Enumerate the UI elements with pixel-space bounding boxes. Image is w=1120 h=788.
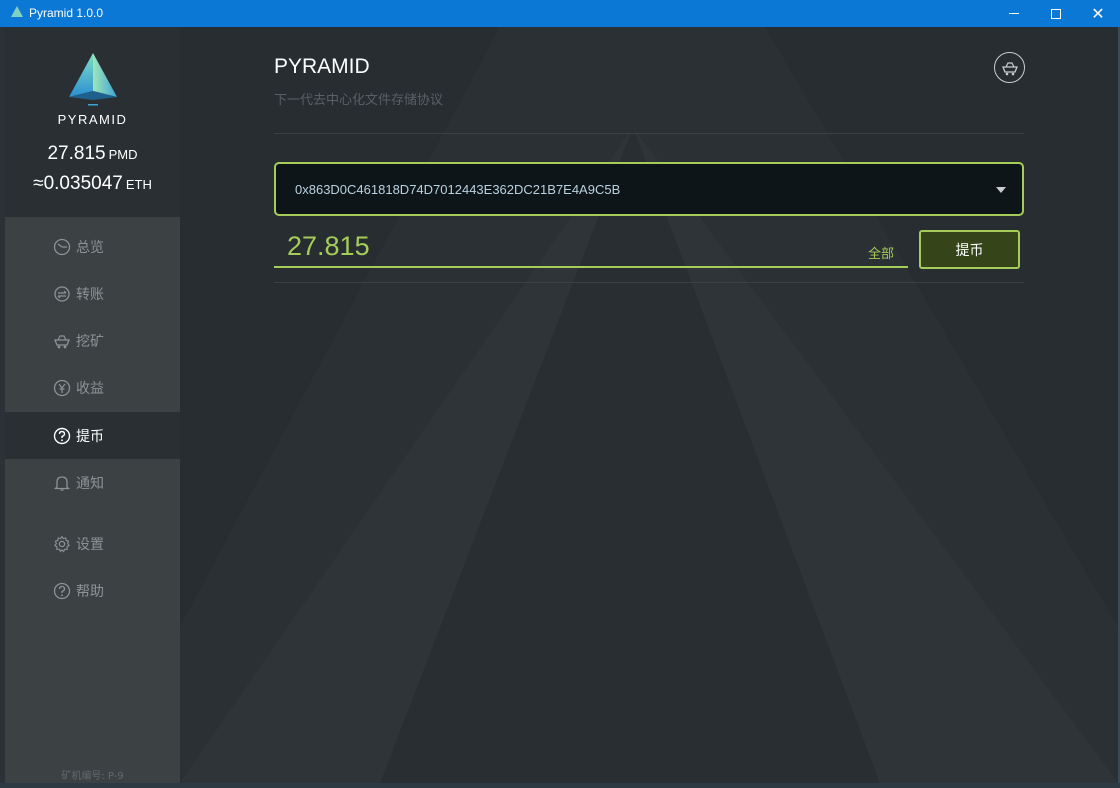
maximize-icon <box>1051 8 1061 19</box>
main-panel: PYRAMID 下一代去中心化文件存储协议 0x863D0C461818D74D… <box>180 27 1118 783</box>
sidebar: PYRAMID 27.815 PMD ≈0.035047 ETH 总览 转账 挖矿 … <box>5 27 180 783</box>
mining-cart-icon <box>1001 61 1018 75</box>
balance-eth: ≈0.035047 ETH <box>5 173 180 195</box>
sidebar-item-transfer[interactable]: 转账 <box>5 270 180 317</box>
sidebar-item-label: 通知 <box>76 475 104 492</box>
selected-address: 0x863D0C461818D74D7012443E362DC21B7E4A9C… <box>295 181 621 197</box>
balance-pmd: 27.815 PMD <box>5 143 180 165</box>
page-title: PYRAMID <box>274 55 370 78</box>
maximize-button[interactable] <box>1035 0 1077 27</box>
minimize-icon <box>1009 13 1019 14</box>
brand-name: PYRAMID <box>57 112 128 127</box>
sidebar-header: PYRAMID 27.815 PMD ≈0.035047 ETH <box>5 27 180 217</box>
mining-cart-button[interactable] <box>994 52 1025 83</box>
divider <box>274 133 1024 134</box>
sidebar-item-label: 挖矿 <box>76 333 104 350</box>
gear-icon <box>53 534 71 552</box>
clock-icon <box>53 238 71 255</box>
caret-down-icon <box>996 187 1006 193</box>
window-title: Pyramid 1.0.0 <box>29 6 104 20</box>
close-button[interactable]: ✕ <box>1077 0 1119 27</box>
sidebar-item-help[interactable]: 帮助 <box>5 567 180 614</box>
sidebar-item-earnings[interactable]: 收益 <box>5 364 180 411</box>
sidebar-item-notifications[interactable]: 通知 <box>5 459 180 506</box>
balance-pmd-unit: PMD <box>108 147 138 162</box>
app-window: PYRAMID 27.815 PMD ≈0.035047 ETH 总览 转账 挖矿 … <box>5 27 1118 783</box>
withdraw-button[interactable]: 提币 <box>919 230 1020 269</box>
coin-icon <box>53 379 71 396</box>
sidebar-item-label: 设置 <box>76 536 104 553</box>
pyramid-logo <box>69 53 117 106</box>
background-pyramid-art <box>180 27 1118 783</box>
window-frame-bottom <box>0 783 1120 788</box>
question-circle-icon <box>53 427 71 444</box>
sidebar-item-label: 转账 <box>76 286 104 303</box>
sidebar-item-mining[interactable]: 挖矿 <box>5 317 180 364</box>
transfer-icon <box>54 285 70 302</box>
app-icon <box>11 6 23 17</box>
address-select[interactable]: 0x863D0C461818D74D7012443E362DC21B7E4A9C… <box>274 162 1024 216</box>
mining-cart-icon <box>54 334 70 348</box>
balance-eth-unit: ETH <box>125 177 152 192</box>
miner-id: 矿机编号: P-9 <box>61 771 124 782</box>
amount-field[interactable] <box>274 225 908 268</box>
sidebar-item-label: 收益 <box>76 380 104 397</box>
bell-icon <box>53 475 71 491</box>
all-amount-link[interactable]: 全部 <box>868 243 894 262</box>
sidebar-item-withdraw[interactable]: 提币 <box>5 412 180 459</box>
amount-input[interactable] <box>287 231 687 262</box>
sidebar-item-label: 帮助 <box>76 583 104 600</box>
sidebar-item-overview[interactable]: 总览 <box>5 223 180 270</box>
close-icon: ✕ <box>1091 3 1105 23</box>
divider <box>274 282 1024 283</box>
balance-pmd-value: 27.815 <box>47 143 106 164</box>
title-bar: Pyramid 1.0.0 ✕ <box>0 0 1120 27</box>
sidebar-item-label: 总览 <box>76 239 104 256</box>
balance-eth-value: ≈0.035047 <box>33 173 123 194</box>
minimize-button[interactable] <box>993 0 1035 27</box>
page-subtitle: 下一代去中心化文件存储协议 <box>274 93 444 108</box>
sidebar-item-label: 提币 <box>76 428 104 445</box>
help-icon <box>53 582 71 599</box>
sidebar-item-settings[interactable]: 设置 <box>5 520 180 567</box>
